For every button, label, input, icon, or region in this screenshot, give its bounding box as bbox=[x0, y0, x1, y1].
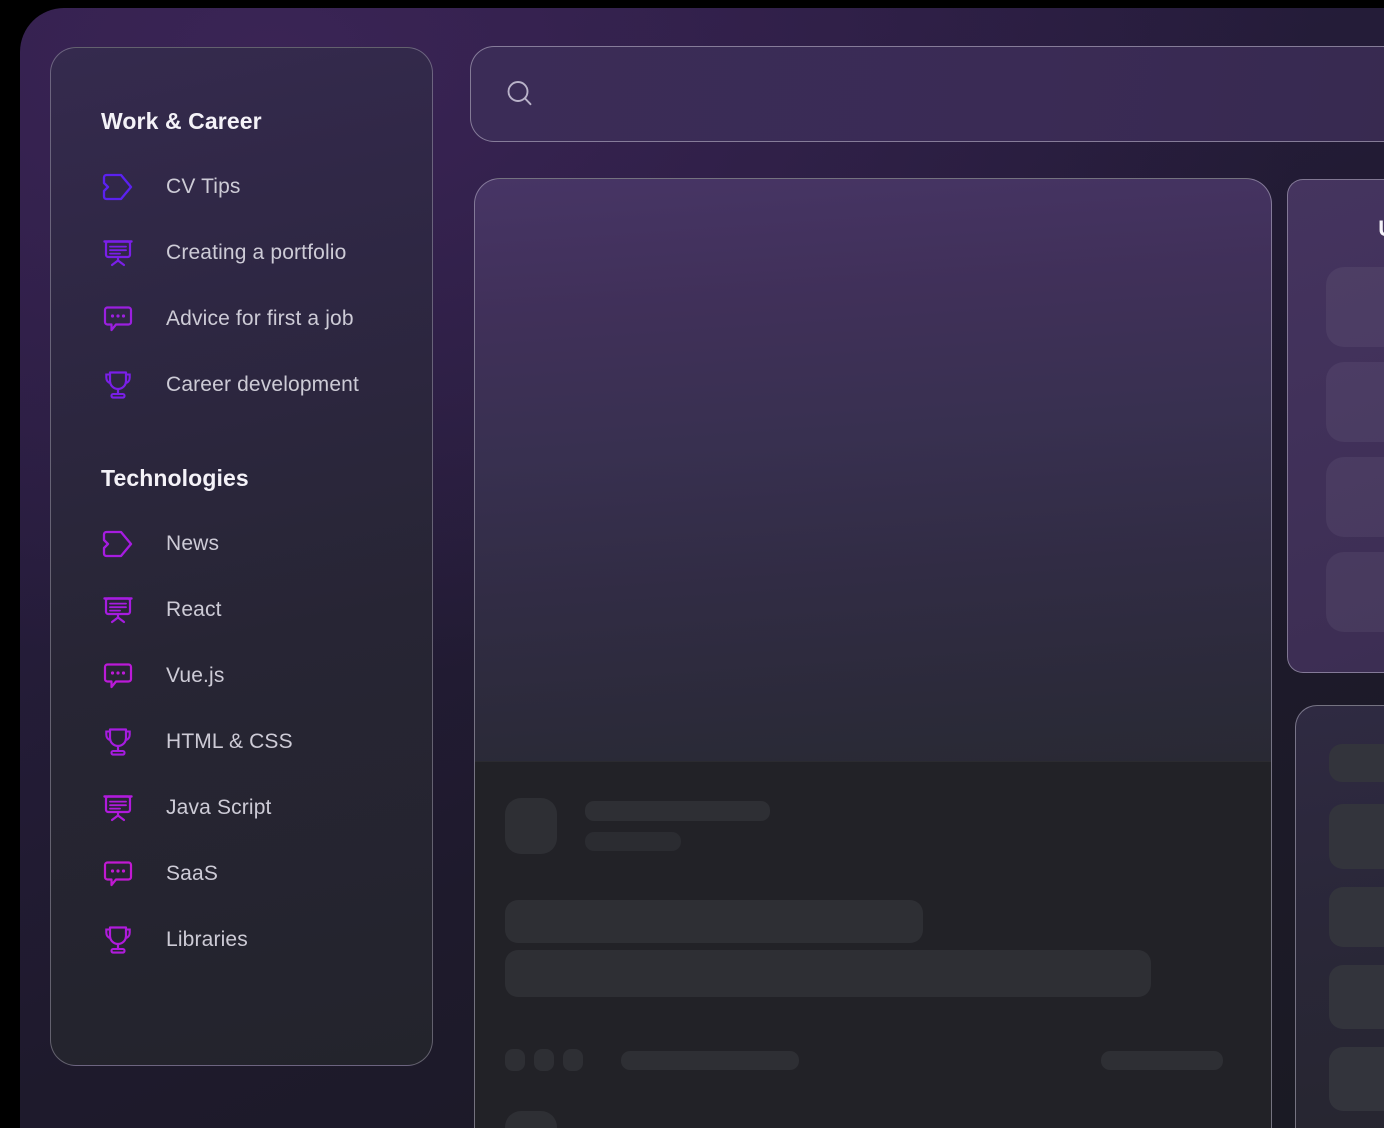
skeleton-avatar bbox=[505, 1111, 557, 1128]
sidebar-item-label: HTML & CSS bbox=[166, 730, 293, 754]
content-skeleton-area bbox=[475, 761, 1271, 1128]
sidebar-item-react[interactable]: React bbox=[101, 577, 432, 643]
sidebar-item-java-script[interactable]: Java Script bbox=[101, 775, 432, 841]
sidebar-list-work-career: CV Tips Creating a bbox=[101, 154, 432, 418]
tag-icon bbox=[101, 170, 135, 204]
hero-placeholder-area bbox=[475, 179, 1271, 761]
date-chip[interactable]: 13 JAN bbox=[1326, 552, 1384, 632]
skeleton-block bbox=[1329, 804, 1384, 869]
upcoming-panel: Upcoming 7 JAN 9 JAN 10 JAN 13 JAN bbox=[1287, 179, 1384, 673]
date-chip[interactable]: 10 JAN bbox=[1326, 457, 1384, 537]
presentation-icon bbox=[101, 791, 135, 825]
sidebar-item-libraries[interactable]: Libraries bbox=[101, 907, 432, 973]
sidebar-item-label: Creating a portfolio bbox=[166, 241, 346, 265]
sidebar-heading-technologies: Technologies bbox=[101, 418, 432, 492]
skeleton-line bbox=[1101, 1051, 1223, 1070]
skeleton-dot bbox=[505, 1049, 525, 1071]
presentation-icon bbox=[101, 236, 135, 270]
skeleton-dot bbox=[563, 1049, 583, 1071]
skeleton-block bbox=[1329, 887, 1384, 947]
sidebar-item-label: SaaS bbox=[166, 862, 218, 886]
sidebar: Work & Career CV Tips bbox=[50, 47, 433, 1066]
sidebar-item-vue-js[interactable]: Vue.js bbox=[101, 643, 432, 709]
skeleton-dot bbox=[534, 1049, 554, 1071]
skeleton-avatar bbox=[505, 798, 557, 854]
sidebar-list-technologies: News React bbox=[101, 511, 432, 973]
tag-icon bbox=[101, 527, 135, 561]
sidebar-item-label: Java Script bbox=[166, 796, 272, 820]
search-icon bbox=[502, 76, 538, 112]
sidebar-item-label: News bbox=[166, 532, 219, 556]
main-content-card bbox=[474, 178, 1272, 1128]
date-chip[interactable]: 9 JAN bbox=[1326, 362, 1384, 442]
skeleton-block bbox=[505, 900, 923, 943]
skeleton-row-meta bbox=[505, 1049, 1241, 1071]
sidebar-item-saas[interactable]: SaaS bbox=[101, 841, 432, 907]
skeleton-line bbox=[585, 801, 770, 821]
sidebar-item-label: React bbox=[166, 598, 222, 622]
sidebar-section-technologies: Technologies News bbox=[51, 418, 432, 973]
sidebar-item-cv-tips[interactable]: CV Tips bbox=[101, 154, 432, 220]
skeleton-block bbox=[1329, 965, 1384, 1029]
sidebar-item-label: Advice for first a job bbox=[166, 307, 354, 331]
skeleton-block bbox=[505, 950, 1151, 997]
skeleton-block bbox=[1329, 744, 1384, 782]
skeleton-row-header bbox=[505, 762, 1241, 854]
sidebar-item-label: Career development bbox=[166, 373, 359, 397]
skeleton-line bbox=[621, 1051, 799, 1070]
sidebar-item-label: Libraries bbox=[166, 928, 248, 952]
skeleton-line bbox=[585, 832, 681, 851]
trophy-icon bbox=[101, 923, 135, 957]
chat-bubble-icon bbox=[101, 857, 135, 891]
app-window: Work & Career CV Tips bbox=[20, 8, 1384, 1128]
upcoming-title: Upcoming bbox=[1288, 180, 1384, 242]
date-chip[interactable]: 7 JAN bbox=[1326, 267, 1384, 347]
search-bar[interactable] bbox=[470, 46, 1384, 142]
sidebar-item-html-css[interactable]: HTML & CSS bbox=[101, 709, 432, 775]
sidebar-item-creating-a-portfolio[interactable]: Creating a portfolio bbox=[101, 220, 432, 286]
sidebar-heading-work-career: Work & Career bbox=[101, 48, 432, 135]
skeleton-row-footer bbox=[505, 1111, 1241, 1128]
skeleton-block bbox=[1329, 1047, 1384, 1111]
trophy-icon bbox=[101, 368, 135, 402]
search-input[interactable] bbox=[551, 74, 1371, 114]
chat-bubble-icon bbox=[101, 302, 135, 336]
sidebar-item-label: Vue.js bbox=[166, 664, 225, 688]
presentation-icon bbox=[101, 593, 135, 627]
side-skeleton-panel bbox=[1295, 705, 1384, 1128]
trophy-icon bbox=[101, 725, 135, 759]
sidebar-item-label: CV Tips bbox=[166, 175, 241, 199]
chat-bubble-icon bbox=[101, 659, 135, 693]
sidebar-item-news[interactable]: News bbox=[101, 511, 432, 577]
sidebar-item-advice-for-first-a-job[interactable]: Advice for first a job bbox=[101, 286, 432, 352]
upcoming-date-list: 7 JAN 9 JAN 10 JAN 13 JAN bbox=[1288, 267, 1384, 632]
sidebar-section-work-career: Work & Career CV Tips bbox=[51, 48, 432, 418]
sidebar-item-career-development[interactable]: Career development bbox=[101, 352, 432, 418]
